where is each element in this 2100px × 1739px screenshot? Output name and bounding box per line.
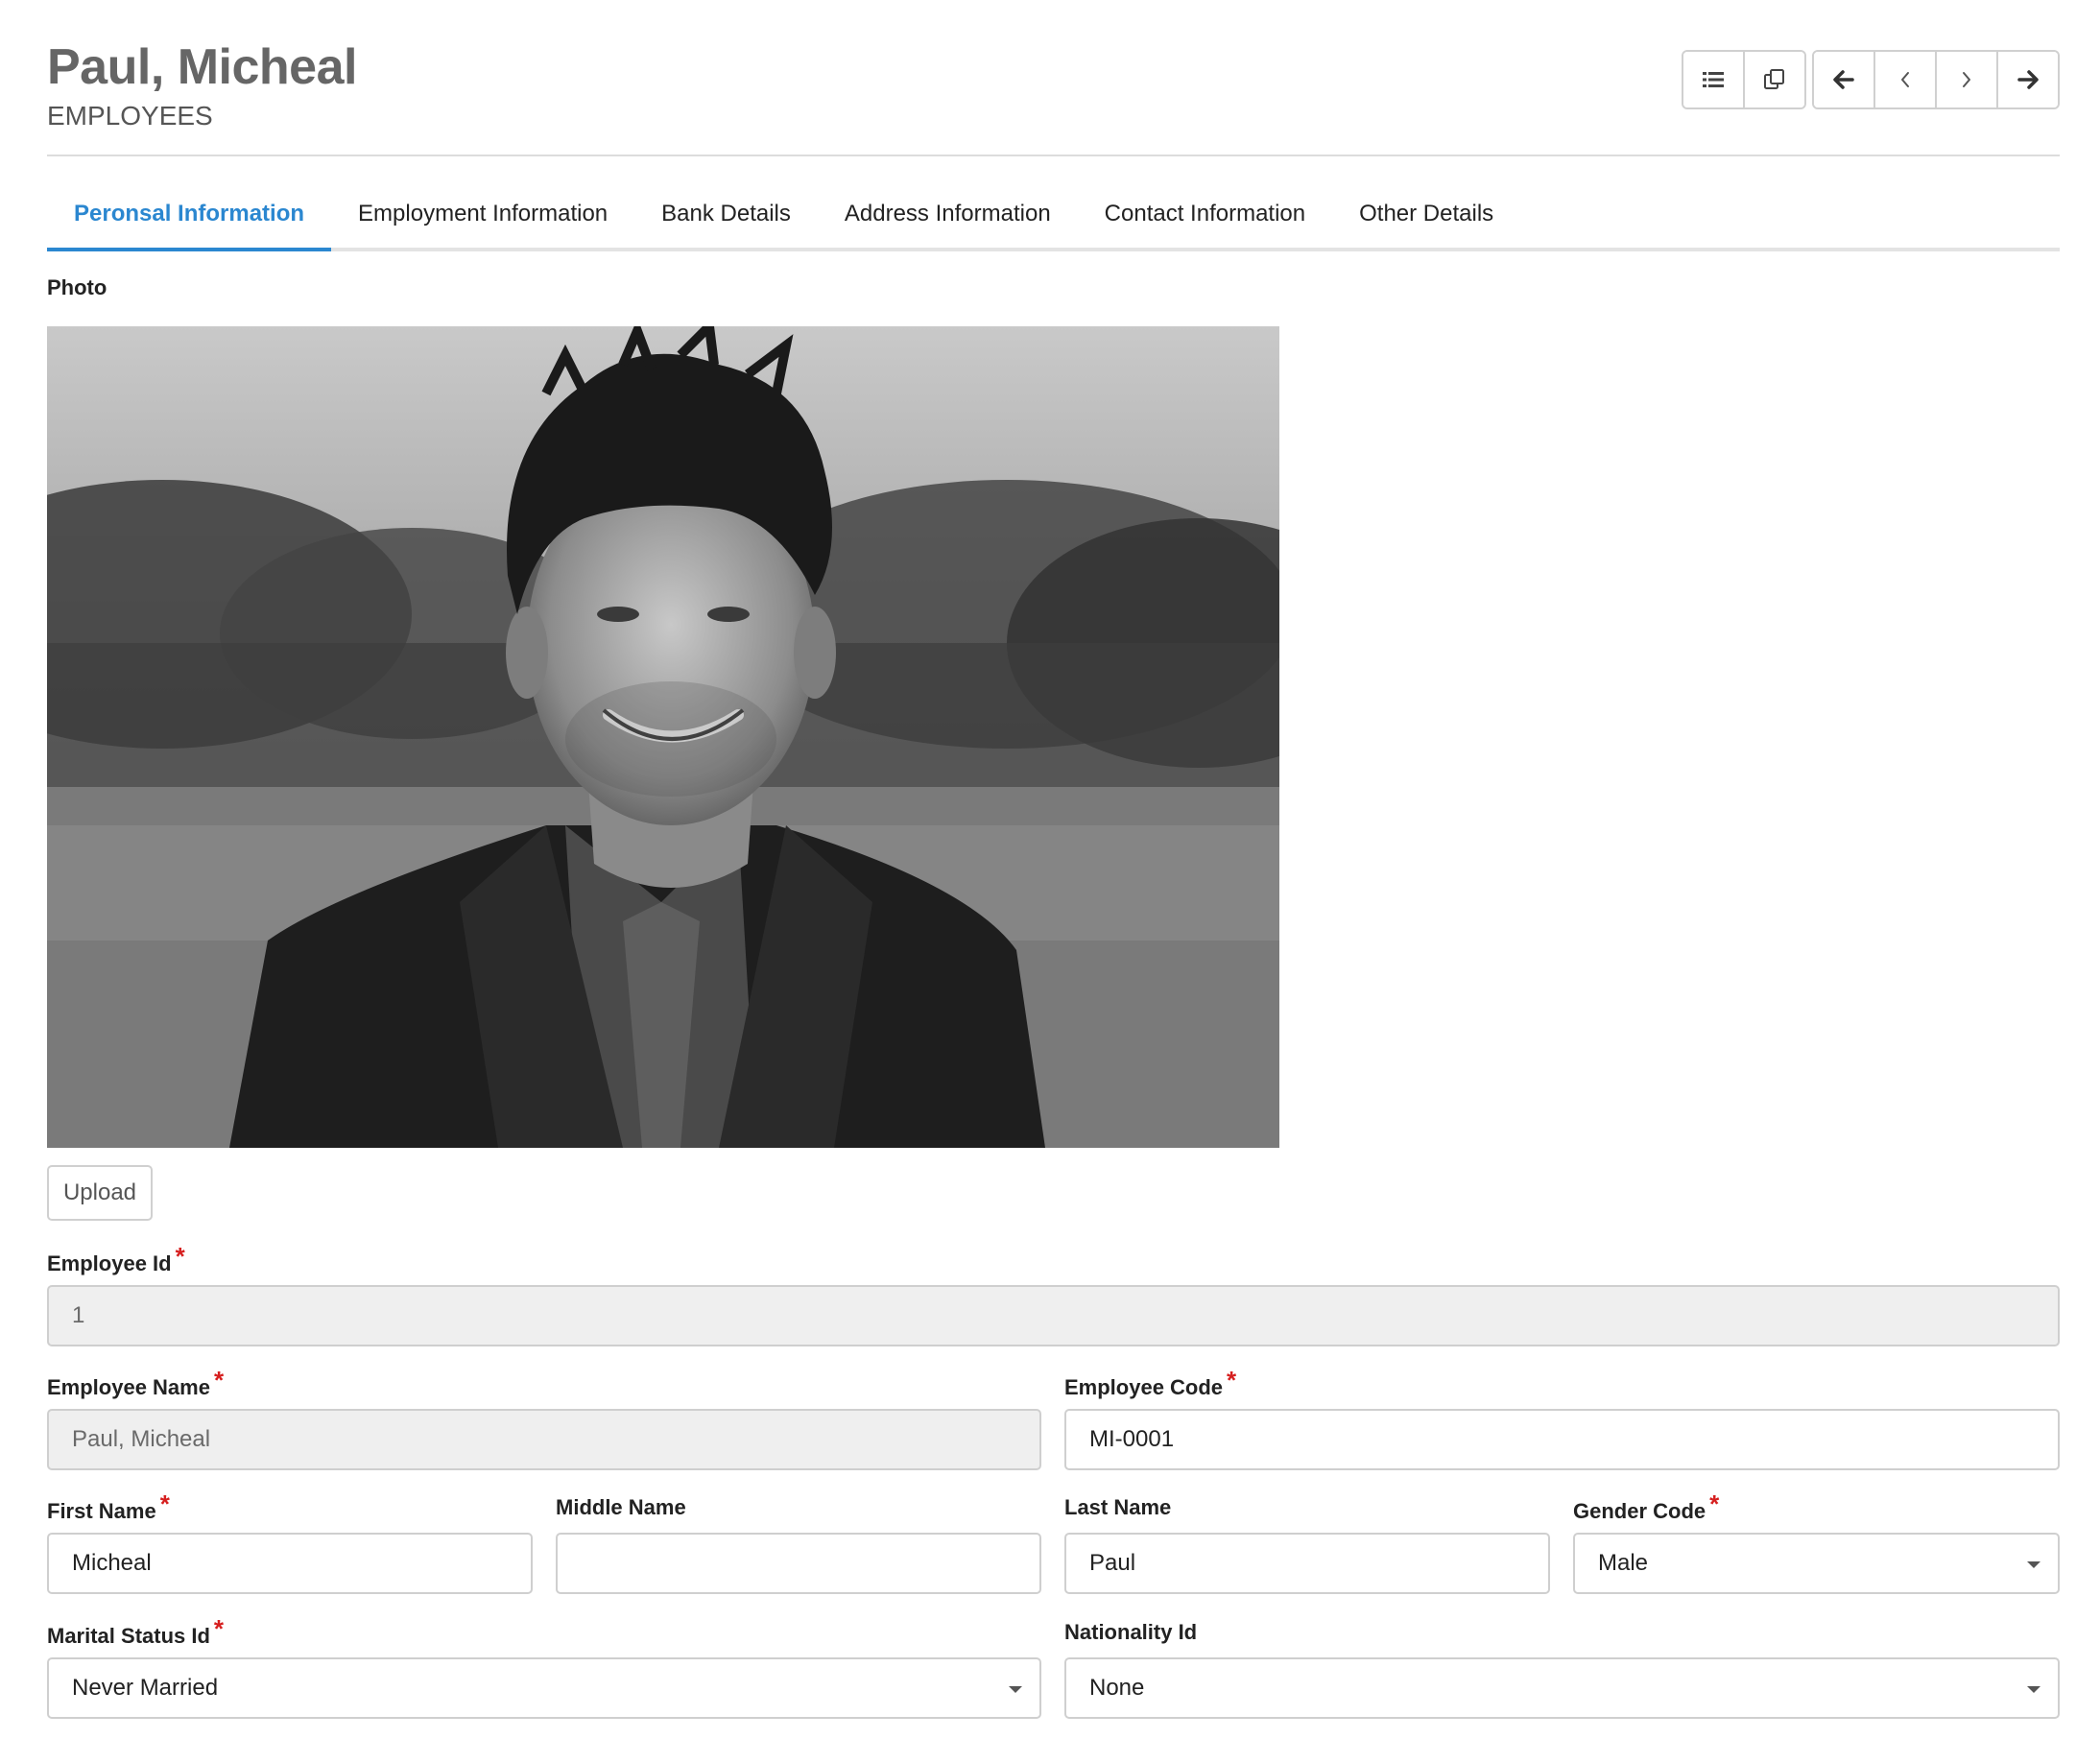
nationality-label: Nationality Id xyxy=(1064,1620,1198,1644)
marital-status-value: Never Married xyxy=(72,1675,219,1701)
header-divider xyxy=(47,155,2060,156)
form-tabs: Peronsal Information Employment Informat… xyxy=(47,180,2060,251)
middle-name-field[interactable] xyxy=(556,1533,1041,1594)
last-name-field[interactable]: Paul xyxy=(1064,1533,1550,1594)
required-marker: * xyxy=(213,1366,225,1394)
employee-id-label-text: Employee Id xyxy=(47,1251,172,1275)
arrow-right-icon xyxy=(2017,70,2039,89)
first-name-label: First Name * xyxy=(47,1489,170,1525)
tab-contact-information[interactable]: Contact Information xyxy=(1078,180,1332,248)
employee-photo xyxy=(47,326,1279,1148)
last-name-label: Last Name xyxy=(1064,1495,1172,1519)
tab-employment-information[interactable]: Employment Information xyxy=(331,180,634,248)
required-marker: * xyxy=(213,1614,225,1643)
gender-code-select[interactable]: Male xyxy=(1573,1533,2060,1594)
next-record-button[interactable] xyxy=(1937,52,1998,107)
copy-record-button[interactable] xyxy=(1745,52,1804,107)
tab-other-details[interactable]: Other Details xyxy=(1332,180,1520,248)
view-button-group xyxy=(1682,50,1806,109)
chevron-down-icon xyxy=(1009,1686,1022,1693)
employee-code-label: Employee Code * xyxy=(1064,1366,1236,1401)
arrow-left-icon xyxy=(1833,70,1854,89)
list-view-button[interactable] xyxy=(1683,52,1745,107)
navigation-button-group xyxy=(1812,50,2060,109)
tab-address-information[interactable]: Address Information xyxy=(818,180,1078,248)
record-toolbar xyxy=(1682,50,2060,109)
gender-code-value: Male xyxy=(1598,1550,1649,1576)
tab-bank-details[interactable]: Bank Details xyxy=(634,180,818,248)
marital-status-label-text: Marital Status Id xyxy=(47,1624,210,1648)
marital-status-label: Marital Status Id * xyxy=(47,1614,224,1650)
marital-status-select[interactable]: Never Married xyxy=(47,1657,1041,1719)
nationality-value: None xyxy=(1089,1675,1145,1701)
required-marker: * xyxy=(1227,1366,1237,1394)
list-icon xyxy=(1703,72,1724,87)
chevron-down-icon xyxy=(2027,1686,2040,1693)
previous-record-button[interactable] xyxy=(1875,52,1937,107)
gender-code-label: Gender Code * xyxy=(1573,1489,1719,1525)
tab-personal-information[interactable]: Peronsal Information xyxy=(47,180,332,251)
gender-code-label-text: Gender Code xyxy=(1573,1499,1706,1523)
employee-code-label-text: Employee Code xyxy=(1064,1375,1224,1399)
nationality-select[interactable]: None xyxy=(1064,1657,2060,1719)
employee-name-label-text: Employee Name xyxy=(47,1375,210,1399)
chevron-left-icon xyxy=(1901,72,1909,87)
last-record-button[interactable] xyxy=(1998,52,2058,107)
chevron-right-icon xyxy=(1963,72,1970,87)
required-marker: * xyxy=(175,1242,185,1271)
first-name-field[interactable]: Micheal xyxy=(47,1533,533,1594)
middle-name-label: Middle Name xyxy=(556,1495,686,1519)
required-marker: * xyxy=(159,1489,170,1518)
required-marker: * xyxy=(1709,1489,1720,1518)
employee-name-field[interactable]: Paul, Micheal xyxy=(47,1409,1041,1470)
copy-icon xyxy=(1764,69,1784,89)
employee-id-label: Employee Id * xyxy=(47,1242,185,1277)
first-record-button[interactable] xyxy=(1814,52,1875,107)
employee-id-field[interactable]: 1 xyxy=(47,1285,2060,1346)
page-subtitle: EMPLOYEES xyxy=(47,101,213,131)
first-name-label-text: First Name xyxy=(47,1499,156,1523)
upload-photo-button[interactable]: Upload xyxy=(47,1165,153,1221)
employee-code-field[interactable]: MI-0001 xyxy=(1064,1409,2060,1470)
photo-label: Photo xyxy=(47,275,107,299)
employee-name-label: Employee Name * xyxy=(47,1366,224,1401)
chevron-down-icon xyxy=(2027,1561,2040,1568)
page-title: Paul, Micheal xyxy=(47,39,357,95)
employee-photo-image xyxy=(47,326,1279,1148)
